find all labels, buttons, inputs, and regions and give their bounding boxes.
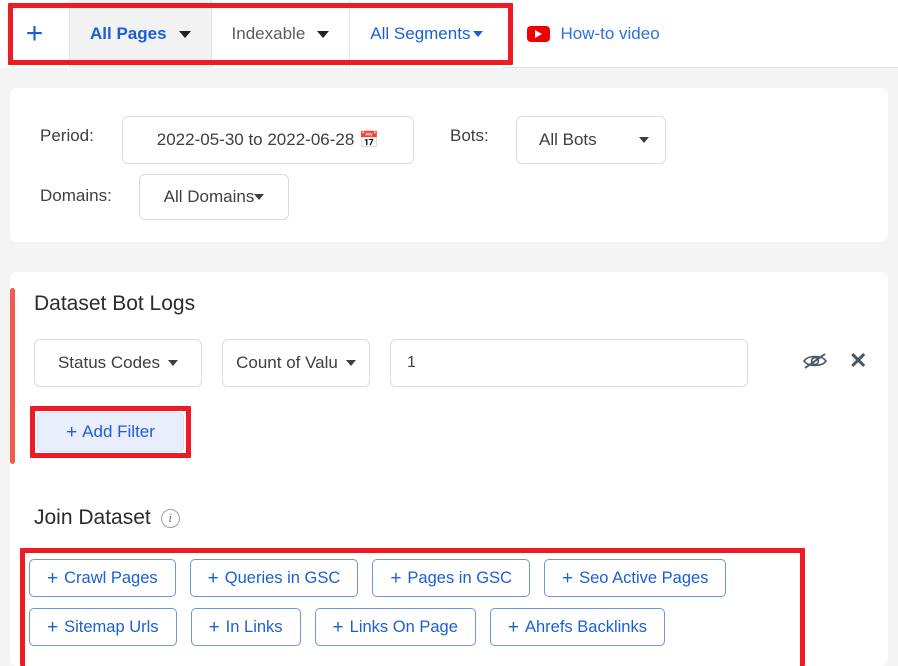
join-button-label: Sitemap Urls xyxy=(64,618,158,637)
top-tab-bar: + All Pages Indexable All Segments How-t… xyxy=(0,0,898,68)
add-filter-button[interactable]: + Add Filter xyxy=(37,412,184,452)
app-root: + All Pages Indexable All Segments How-t… xyxy=(0,0,898,666)
add-tab-button[interactable]: + xyxy=(0,0,70,68)
join-button-label: Links On Page xyxy=(350,618,458,637)
how-to-video-link[interactable]: How-to video xyxy=(503,24,659,44)
tab-all-segments-label: All Segments xyxy=(370,24,470,44)
period-value: 2022-05-30 to 2022-06-28 xyxy=(157,130,355,150)
filter-metric-value: Count of Valu xyxy=(236,353,338,373)
filter-dimension-value: Status Codes xyxy=(58,353,160,373)
add-filter-plus: + xyxy=(66,423,77,442)
join-button-in-links[interactable]: + In Links xyxy=(191,608,301,646)
info-icon[interactable]: i xyxy=(161,509,180,528)
domains-label: Domains: xyxy=(40,186,112,206)
dataset-filter-row: Status Codes Count of Valu xyxy=(34,339,748,387)
join-dataset-buttons: + Crawl Pages + Queries in GSC + Pages i… xyxy=(29,559,799,646)
bots-value: All Bots xyxy=(539,130,597,150)
chevron-down-icon xyxy=(179,31,191,38)
plus-icon: + xyxy=(508,618,519,637)
bots-label: Bots: xyxy=(450,126,489,146)
join-dataset-title: Join Dataset xyxy=(34,506,151,530)
join-button-pages-in-gsc[interactable]: + Pages in GSC xyxy=(372,559,530,597)
join-button-label: Crawl Pages xyxy=(64,569,158,588)
tab-all-pages-label: All Pages xyxy=(90,24,167,44)
plus-icon: + xyxy=(209,618,220,637)
join-button-links-on-page[interactable]: + Links On Page xyxy=(315,608,476,646)
dataset-accent-bar xyxy=(10,288,15,464)
add-filter-label: Add Filter xyxy=(82,422,155,442)
tab-all-segments[interactable]: All Segments xyxy=(350,0,503,68)
join-button-label: Seo Active Pages xyxy=(579,569,708,588)
plus-icon: + xyxy=(390,569,401,588)
chevron-down-icon xyxy=(317,31,329,38)
plus-icon: + xyxy=(562,569,573,588)
info-icon-glyph: i xyxy=(168,510,172,526)
how-to-video-label: How-to video xyxy=(560,24,659,44)
period-label: Period: xyxy=(40,126,94,146)
join-button-label: In Links xyxy=(226,618,283,637)
filter-metric-select[interactable]: Count of Valu xyxy=(222,339,370,387)
dataset-title: Dataset Bot Logs xyxy=(34,292,195,316)
add-tab-plus: + xyxy=(26,19,44,49)
join-button-seo-active-pages[interactable]: + Seo Active Pages xyxy=(544,559,726,597)
youtube-icon xyxy=(527,26,550,42)
chevron-down-icon xyxy=(168,360,178,366)
join-dataset-heading: Join Dataset i xyxy=(34,506,180,530)
join-button-crawl-pages[interactable]: + Crawl Pages xyxy=(29,559,176,597)
plus-icon: + xyxy=(47,618,58,637)
tab-indexable[interactable]: Indexable xyxy=(212,0,351,68)
domains-value: All Domains xyxy=(164,187,255,207)
eye-slash-icon[interactable] xyxy=(802,351,828,376)
chevron-down-icon xyxy=(639,137,649,143)
close-icon[interactable]: ✕ xyxy=(849,350,867,372)
filter-dimension-select[interactable]: Status Codes xyxy=(34,339,202,387)
domains-select[interactable]: All Domains xyxy=(139,174,289,220)
join-button-label: Pages in GSC xyxy=(407,569,512,588)
plus-icon: + xyxy=(208,569,219,588)
chevron-down-icon xyxy=(346,360,356,366)
period-date-range-field[interactable]: 2022-05-30 to 2022-06-28 📅 xyxy=(122,116,414,164)
tab-indexable-label: Indexable xyxy=(232,24,306,44)
plus-icon: + xyxy=(333,618,344,637)
bots-select[interactable]: All Bots xyxy=(516,116,666,164)
join-button-sitemap-urls[interactable]: + Sitemap Urls xyxy=(29,608,177,646)
filter-value-input[interactable] xyxy=(390,339,748,387)
join-button-label: Ahrefs Backlinks xyxy=(525,618,647,637)
chevron-down-icon xyxy=(254,194,264,200)
tab-all-pages[interactable]: All Pages xyxy=(70,0,212,68)
join-button-label: Queries in GSC xyxy=(225,569,341,588)
join-button-ahrefs-backlinks[interactable]: + Ahrefs Backlinks xyxy=(490,608,665,646)
calendar-icon: 📅 xyxy=(359,130,379,150)
chevron-down-icon xyxy=(473,31,483,37)
join-button-queries-in-gsc[interactable]: + Queries in GSC xyxy=(190,559,359,597)
plus-icon: + xyxy=(47,569,58,588)
